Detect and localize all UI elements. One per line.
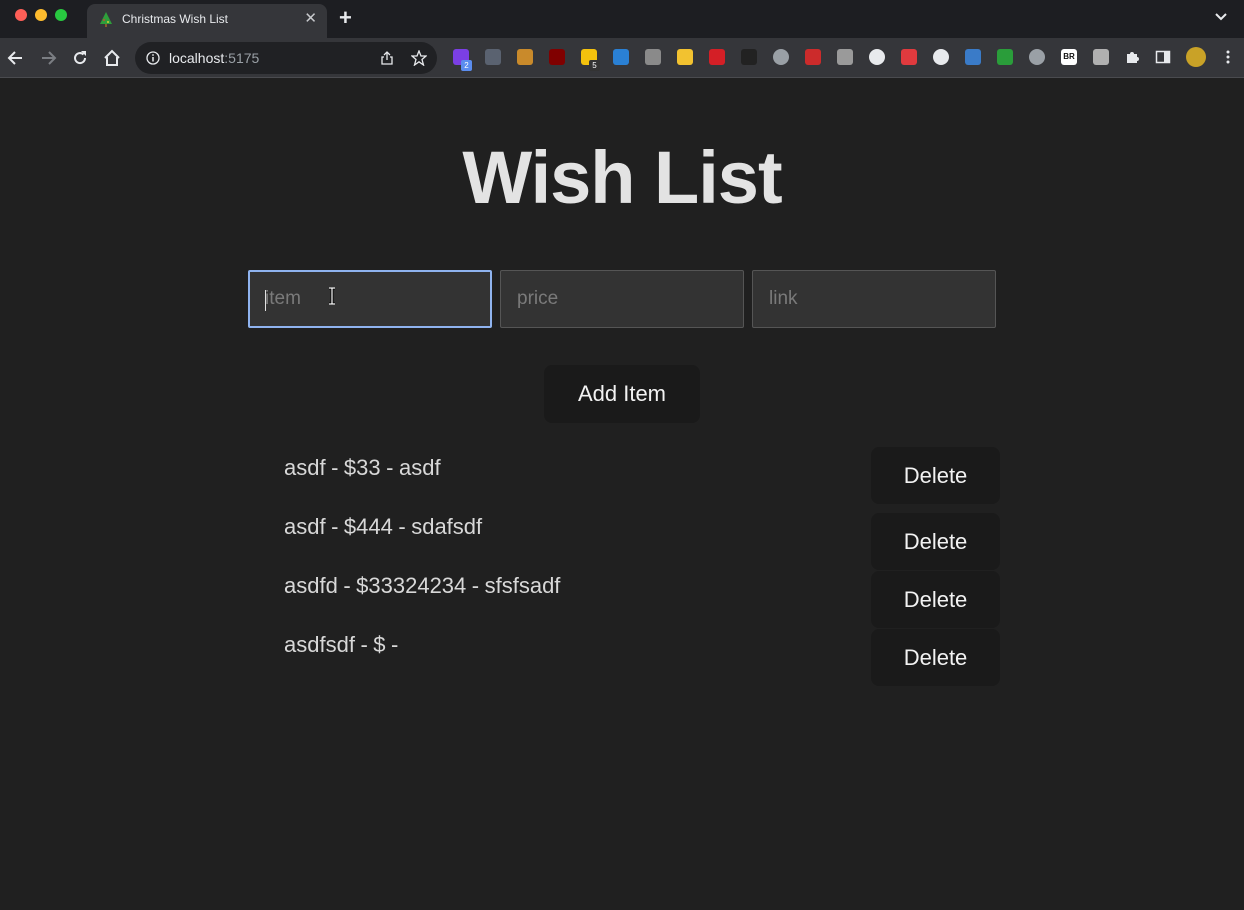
menu-kebab-icon[interactable]	[1220, 49, 1236, 65]
separator: -	[386, 455, 394, 480]
text-caret	[265, 290, 266, 311]
home-icon[interactable]	[102, 48, 122, 68]
ext-check-icon[interactable]	[773, 49, 789, 65]
chevron-down-icon[interactable]	[1214, 10, 1228, 24]
ext-grid-icon[interactable]	[965, 49, 981, 65]
close-window-button[interactable]	[15, 9, 27, 21]
bookmark-star-icon[interactable]	[411, 50, 427, 66]
separator: -	[391, 632, 399, 657]
wish-item-name: asdf	[284, 455, 326, 480]
ext-yt-icon[interactable]	[805, 49, 821, 65]
browser-tab-strip: Christmas Wish List ✕ +	[0, 0, 1244, 38]
list-item: asdf - $33- asdf Delete	[284, 447, 1000, 509]
ext-br-icon[interactable]: BR	[1061, 49, 1077, 65]
url-port: :5175	[224, 50, 260, 66]
wish-item-price: $444	[343, 514, 393, 539]
wish-item-link[interactable]: sdafsdf	[411, 514, 482, 539]
ibeam-cursor-icon	[329, 287, 335, 305]
list-item: asdfsdf - $ - Delete	[284, 628, 1000, 686]
wish-item-link[interactable]: asdf	[399, 455, 441, 480]
christmas-tree-icon	[100, 12, 112, 27]
ext-h-icon[interactable]	[645, 49, 661, 65]
wish-item-text: asdf - $33- asdf	[284, 455, 441, 481]
browser-toolbar: localhost:5175 2 5 BR	[0, 38, 1244, 78]
separator: -	[360, 632, 368, 657]
delete-button[interactable]: Delete	[871, 447, 1000, 504]
ext-window-icon[interactable]	[837, 49, 853, 65]
item-input[interactable]	[248, 270, 492, 328]
url-text: localhost:5175	[169, 50, 259, 66]
ext-down-icon[interactable]	[1029, 49, 1045, 65]
ext-clock-icon[interactable]	[933, 49, 949, 65]
separator: -	[398, 514, 406, 539]
reload-icon[interactable]	[70, 48, 90, 68]
delete-button[interactable]: Delete	[871, 629, 1000, 686]
side-panel-icon[interactable]	[1155, 49, 1171, 65]
separator: -	[471, 573, 480, 598]
profile-avatar-icon[interactable]	[1186, 47, 1206, 67]
price-input[interactable]	[500, 270, 744, 328]
forward-arrow-icon[interactable]	[38, 48, 58, 68]
wish-item-text: asdfsdf - $ -	[284, 632, 404, 658]
ext-move-icon[interactable]	[869, 49, 885, 65]
wish-item-text: asdfd - $33324234- sfsfsadf	[284, 573, 560, 599]
separator: -	[343, 573, 351, 598]
ext-css-icon[interactable]	[485, 49, 501, 65]
page-title: Wish List	[462, 136, 782, 219]
close-tab-icon[interactable]: ✕	[304, 10, 317, 28]
wish-item-text: asdf - $444- sdafsdf	[284, 514, 482, 540]
page-content: Wish List Add Item asdf-$33-asdfDeleteas…	[0, 79, 1244, 910]
ext-box-icon[interactable]	[517, 49, 533, 65]
zoom-window-button[interactable]	[55, 9, 67, 21]
wish-item-price: $33	[343, 455, 381, 480]
ublock-icon[interactable]	[549, 49, 565, 65]
extension-badge: 2	[461, 60, 472, 71]
minimize-window-button[interactable]	[35, 9, 47, 21]
tab-title: Christmas Wish List	[122, 12, 229, 26]
separator: -	[331, 514, 339, 539]
new-tab-button[interactable]: +	[339, 6, 352, 30]
wish-item-name: asdfd	[284, 573, 338, 598]
share-icon[interactable]	[380, 51, 394, 65]
ext-red-icon[interactable]	[709, 49, 725, 65]
add-item-button[interactable]: Add Item	[544, 365, 700, 423]
ext-circle-icon[interactable]	[677, 49, 693, 65]
list-item: asdf - $444- sdafsdf Delete	[284, 510, 1000, 570]
active-tab[interactable]: Christmas Wish List ✕	[87, 4, 327, 38]
extension-badge: 5	[589, 60, 600, 71]
wish-item-price: $	[373, 632, 386, 657]
list-item: asdfd - $33324234- sfsfsadf Delete	[284, 569, 1000, 628]
back-arrow-icon[interactable]	[6, 48, 26, 68]
delete-button[interactable]: Delete	[871, 571, 1000, 628]
site-info-icon[interactable]	[146, 51, 160, 65]
wish-item-name: asdf	[284, 514, 326, 539]
address-bar[interactable]: localhost:5175	[135, 42, 437, 74]
ext-s-icon[interactable]	[1093, 49, 1109, 65]
wish-item-price: $33324234	[356, 573, 467, 598]
url-host: localhost	[169, 50, 225, 66]
link-input[interactable]	[752, 270, 996, 328]
ext-dice-icon[interactable]	[901, 49, 917, 65]
ext-glasses-icon[interactable]	[741, 49, 757, 65]
wish-item-name: asdfsdf	[284, 632, 355, 657]
separator: -	[331, 455, 339, 480]
ext-shield-icon[interactable]	[997, 49, 1013, 65]
ext-diamond-icon[interactable]	[613, 49, 629, 65]
wish-item-link[interactable]: sfsfsadf	[485, 573, 561, 598]
extensions-puzzle-icon[interactable]	[1124, 49, 1140, 65]
delete-button[interactable]: Delete	[871, 513, 1000, 570]
